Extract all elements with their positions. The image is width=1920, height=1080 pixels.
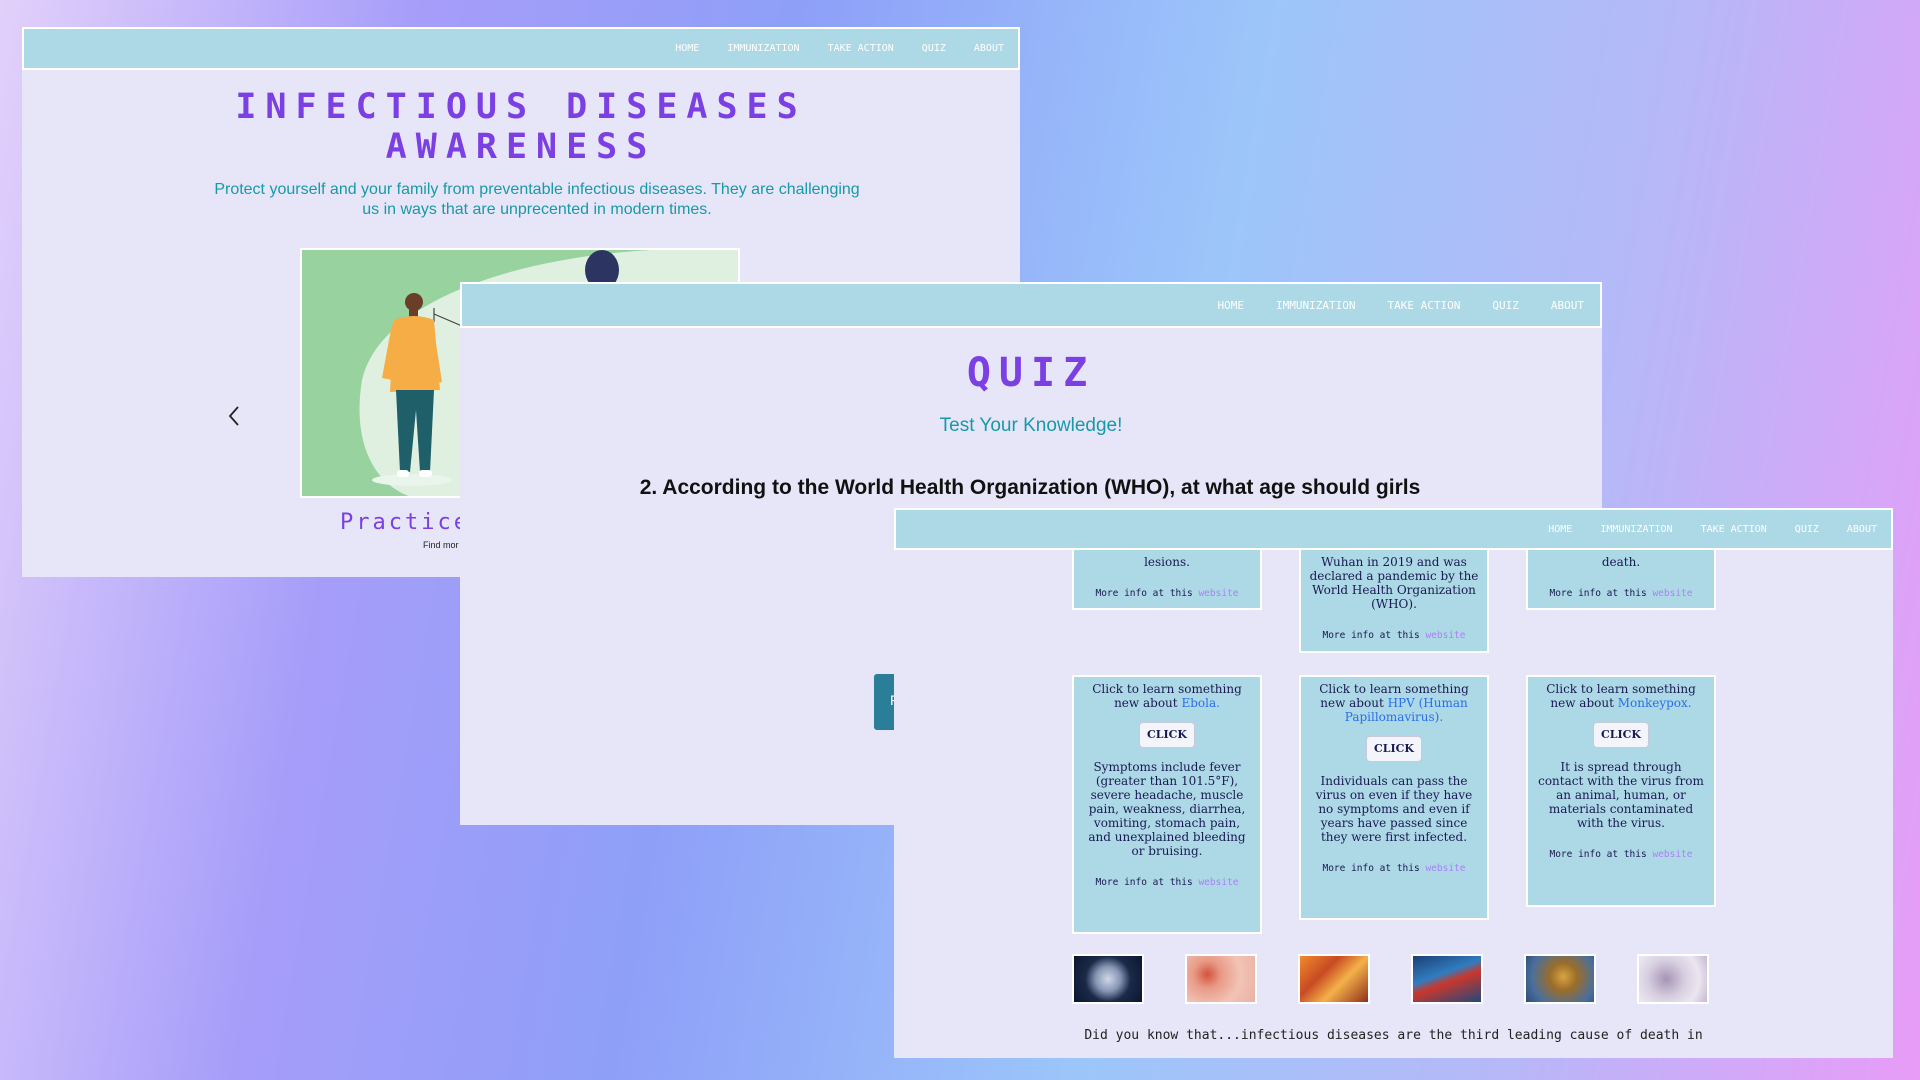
website-link[interactable]: website bbox=[1652, 849, 1692, 860]
virus-image-3 bbox=[1298, 954, 1370, 1004]
card-prompt: Click to learn something new about Ebola… bbox=[1082, 682, 1252, 710]
nav-quiz[interactable]: QUIZ bbox=[1795, 524, 1819, 535]
disease-name: Monkeypox. bbox=[1617, 696, 1692, 710]
nav-take-action[interactable]: TAKE ACTION bbox=[1388, 299, 1461, 312]
website-link[interactable]: website bbox=[1425, 863, 1465, 874]
card-text: Individuals can pass the virus on even i… bbox=[1315, 774, 1473, 844]
more-info-prefix: More info at this bbox=[1549, 849, 1647, 860]
card-prompt: Click to learn something new about HPV (… bbox=[1309, 682, 1479, 724]
click-button[interactable]: CLICK bbox=[1139, 722, 1195, 748]
quiz-title: QUIZ bbox=[966, 350, 1096, 396]
carousel-caption: Practice bbox=[340, 510, 470, 535]
nav-quiz[interactable]: QUIZ bbox=[1492, 299, 1519, 312]
quiz-question-line1: 2. According to the World Health Organiz… bbox=[639, 476, 1421, 499]
more-info-prefix: More info at this bbox=[1549, 588, 1647, 599]
nav-home[interactable]: HOME bbox=[1218, 299, 1245, 312]
virus-image-5 bbox=[1524, 954, 1596, 1004]
virus-image-1 bbox=[1072, 954, 1144, 1004]
cards-navbar: HOME IMMUNIZATION TAKE ACTION QUIZ ABOUT bbox=[894, 508, 1893, 550]
website-link[interactable]: website bbox=[1425, 630, 1465, 641]
virus-image-2 bbox=[1185, 954, 1257, 1004]
quiz-navbar: HOME IMMUNIZATION TAKE ACTION QUIZ ABOUT bbox=[460, 282, 1602, 328]
nav-about[interactable]: ABOUT bbox=[974, 43, 1004, 54]
card-text: lesions. bbox=[1144, 555, 1190, 569]
nav-immunization[interactable]: IMMUNIZATION bbox=[727, 43, 799, 54]
more-info-prefix: More info at this bbox=[1322, 630, 1420, 641]
home-navbar: HOME IMMUNIZATION TAKE ACTION QUIZ ABOUT bbox=[22, 27, 1020, 70]
virus-image-4 bbox=[1411, 954, 1483, 1004]
carousel-prev-button[interactable] bbox=[224, 403, 244, 429]
disease-name: Ebola. bbox=[1181, 696, 1220, 710]
page-subtitle: Protect yourself and your family from pr… bbox=[214, 181, 860, 218]
card-more-info: More info at this website bbox=[1082, 876, 1252, 890]
carousel-find-more-link[interactable]: Find mor bbox=[423, 540, 459, 550]
card-text: death. bbox=[1601, 555, 1641, 569]
quiz-subtitle: Test Your Knowledge! bbox=[939, 415, 1123, 436]
immunization-page-window: HOME IMMUNIZATION TAKE ACTION QUIZ ABOUT… bbox=[894, 508, 1893, 1058]
click-button[interactable]: CLICK bbox=[1366, 736, 1422, 762]
nav-take-action[interactable]: TAKE ACTION bbox=[828, 43, 894, 54]
fact-text: Did you know that...infectious diseases … bbox=[1084, 1028, 1703, 1043]
website-link[interactable]: website bbox=[1652, 588, 1692, 599]
disease-card-monkeypox: Click to learn something new about Monke… bbox=[1526, 675, 1716, 907]
nav-about[interactable]: ABOUT bbox=[1551, 299, 1584, 312]
disease-card-hpv: Click to learn something new about HPV (… bbox=[1299, 675, 1489, 920]
click-button[interactable]: CLICK bbox=[1593, 722, 1649, 748]
more-info-prefix: More info at this bbox=[1095, 877, 1193, 888]
nav-quiz[interactable]: QUIZ bbox=[922, 43, 946, 54]
card-more-info: More info at this website bbox=[1309, 862, 1479, 876]
card-prompt: Click to learn something new about Monke… bbox=[1536, 682, 1706, 710]
nav-immunization[interactable]: IMMUNIZATION bbox=[1600, 524, 1672, 535]
card-text: Wuhan in 2019 and was declared a pandemi… bbox=[1309, 555, 1479, 611]
card-more-info: More info at this website bbox=[1536, 848, 1706, 862]
page-title: INFECTIOUS DISEASES AWARENESS bbox=[22, 87, 1020, 167]
disease-card-ebola: Click to learn something new about Ebola… bbox=[1072, 675, 1262, 934]
more-info-prefix: More info at this bbox=[1322, 863, 1420, 874]
nav-take-action[interactable]: TAKE ACTION bbox=[1701, 524, 1767, 535]
page-title-line1: INFECTIOUS DISEASES bbox=[235, 87, 807, 127]
nav-immunization[interactable]: IMMUNIZATION bbox=[1276, 299, 1355, 312]
more-info-prefix: More info at this bbox=[1095, 588, 1193, 599]
nav-about[interactable]: ABOUT bbox=[1847, 524, 1877, 535]
card-more-info: More info at this website bbox=[1536, 587, 1706, 601]
card-more-info: More info at this website bbox=[1309, 629, 1479, 643]
website-link[interactable]: website bbox=[1198, 877, 1238, 888]
nav-home[interactable]: HOME bbox=[675, 43, 699, 54]
chevron-left-icon bbox=[228, 406, 239, 426]
card-text: It is spread through contact with the vi… bbox=[1538, 760, 1704, 830]
nav-home[interactable]: HOME bbox=[1548, 524, 1572, 535]
website-link[interactable]: website bbox=[1198, 588, 1238, 599]
card-text: Symptoms include fever (greater than 101… bbox=[1088, 760, 1246, 858]
page-title-line2: AWARENESS bbox=[385, 127, 657, 167]
card-more-info: More info at this website bbox=[1082, 587, 1252, 601]
virus-image-6 bbox=[1637, 954, 1709, 1004]
